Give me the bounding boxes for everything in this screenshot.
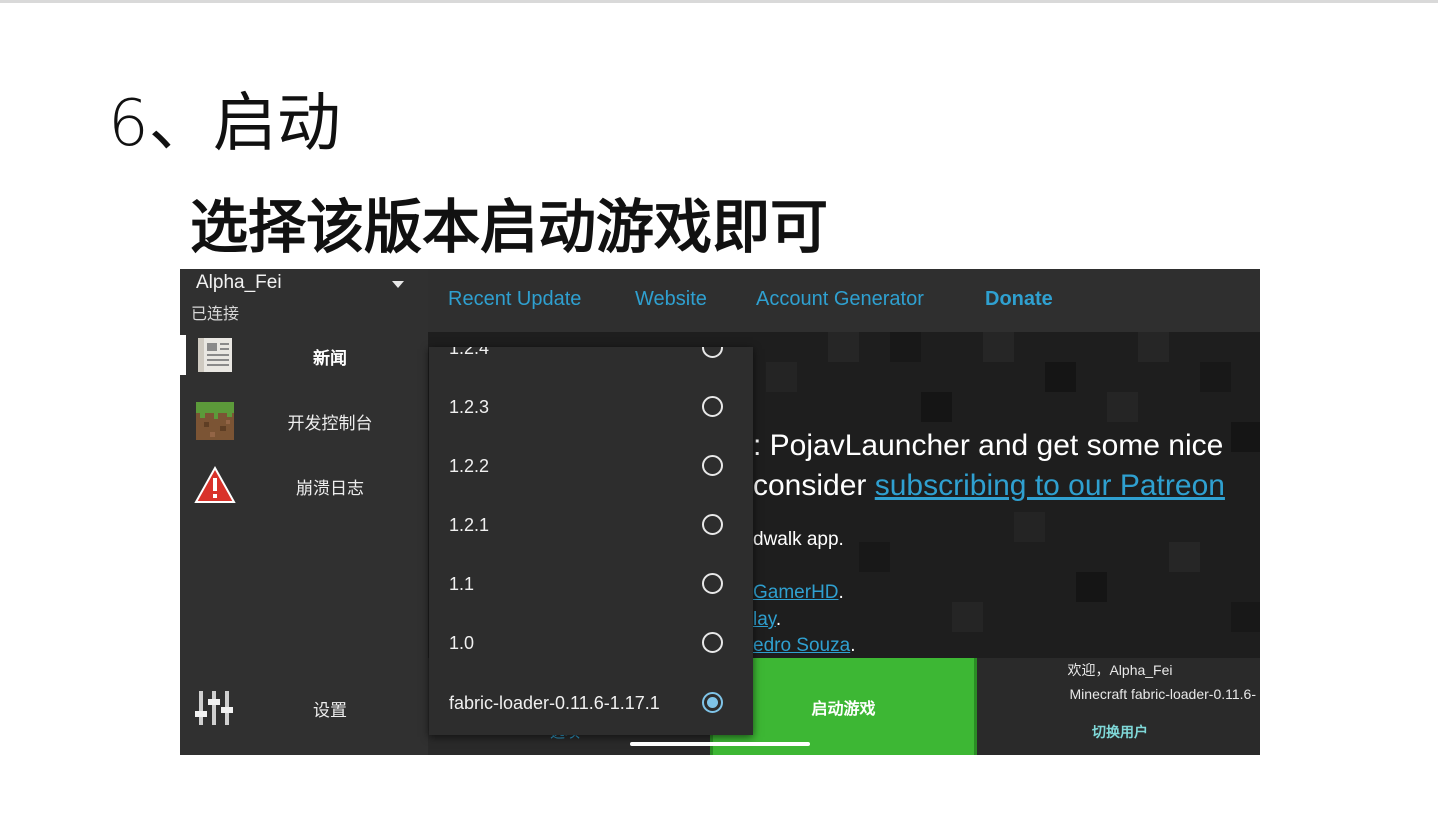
version-option[interactable]: 1.0	[429, 615, 753, 674]
welcome-info: 欢迎，Alpha_Fei Minecraft fabric-loader-0.1…	[980, 660, 1260, 702]
account-dropdown-caret-icon[interactable]	[392, 281, 404, 288]
radio-button-checked[interactable]	[702, 692, 723, 713]
tab-website[interactable]: Website	[635, 288, 707, 311]
switch-user-button[interactable]: 切换用户	[980, 722, 1260, 742]
slide-top-border	[0, 0, 1438, 3]
credit-link-gamerhd[interactable]: GamerHD	[753, 582, 839, 603]
sidebar-item-label: 新闻	[313, 349, 347, 369]
credit-link-lay[interactable]: lay	[753, 609, 776, 630]
patreon-link[interactable]: subscribing to our Patreon	[875, 469, 1225, 502]
credit-link-pedro-souza[interactable]: edro Souza	[753, 635, 850, 656]
launcher-screenshot: Alpha_Fei 已连接 新闻 开发控制台 崩溃日志 设置 Recent Up…	[180, 269, 1260, 755]
sidebar-item-crash-log[interactable]: 崩溃日志	[180, 461, 428, 511]
welcome-text: 欢迎，Alpha_Fei	[1067, 662, 1173, 678]
credit-dot: .	[838, 582, 844, 603]
news-credit-line3: edro Souza.	[753, 635, 855, 657]
version-option-label: fabric-loader-0.11.6-1.17.1	[449, 693, 660, 713]
credit-dot: .	[775, 609, 782, 630]
sidebar-item-dev-console[interactable]: 开发控制台	[180, 396, 428, 446]
top-nav: Recent Update Website Account Generator …	[428, 269, 1260, 332]
version-option[interactable]: 1.2.2	[429, 438, 753, 497]
sidebar-item-news[interactable]: 新闻	[180, 331, 428, 381]
sidebar-item-label: 开发控制台	[287, 414, 373, 434]
news-line2-prefix: consider	[753, 469, 875, 502]
version-option[interactable]: 1.2.4	[429, 347, 753, 379]
news-credit-line2: lay.	[753, 609, 781, 631]
news-credit-line1: GamerHD.	[753, 582, 844, 604]
version-dropdown[interactable]: 1.2.4 1.2.3 1.2.2 1.2.1 1.1 1.0 fabric-l…	[429, 347, 753, 735]
tab-donate[interactable]: Donate	[985, 288, 1053, 311]
news-headline-line2: consider subscribing to our Patreon	[753, 469, 1225, 503]
radio-button[interactable]	[702, 396, 723, 417]
version-option-label: 1.0	[449, 633, 475, 653]
slide-subtitle: 选择该版本启动游戏即可	[190, 193, 829, 261]
tab-recent-update[interactable]: Recent Update	[448, 288, 581, 311]
version-option[interactable]: 1.2.1	[429, 497, 753, 556]
radio-button[interactable]	[702, 573, 723, 594]
sidebar-item-label: 崩溃日志	[296, 479, 364, 499]
news-body-line: dwalk app.	[753, 529, 844, 550]
version-option-selected[interactable]: fabric-loader-0.11.6-1.17.1	[429, 675, 753, 734]
sidebar-item-settings[interactable]: 设置	[180, 683, 428, 733]
selected-version-text: Minecraft fabric-loader-0.11.6-	[1069, 686, 1256, 702]
radio-button[interactable]	[702, 632, 723, 653]
version-option-label: 1.2.4	[449, 347, 490, 358]
news-headline-line1: : PojavLauncher and get some nice	[753, 429, 1224, 462]
home-indicator	[630, 742, 810, 746]
version-option-label: 1.2.2	[449, 456, 490, 476]
account-name[interactable]: Alpha_Fei	[196, 272, 282, 294]
slide-title: 6、启动	[108, 87, 341, 161]
version-option-label: 1.2.3	[449, 397, 490, 417]
tab-account-generator[interactable]: Account Generator	[756, 288, 924, 311]
account-status: 已连接	[191, 304, 240, 323]
radio-button[interactable]	[702, 347, 723, 358]
grass-block-icon	[194, 400, 236, 440]
sliders-icon	[194, 687, 236, 727]
radio-button[interactable]	[702, 455, 723, 476]
version-option-label: 1.1	[449, 574, 475, 594]
credit-dot: .	[850, 635, 856, 656]
radio-button[interactable]	[702, 514, 723, 535]
version-option[interactable]: 1.2.3	[429, 379, 753, 438]
version-option[interactable]: 1.1	[429, 556, 753, 615]
warning-icon	[194, 465, 236, 505]
version-option-label: 1.2.1	[449, 515, 490, 535]
newspaper-icon	[194, 335, 236, 375]
sidebar-item-label: 设置	[313, 701, 347, 721]
sidebar: Alpha_Fei 已连接 新闻 开发控制台 崩溃日志 设置	[180, 269, 428, 755]
